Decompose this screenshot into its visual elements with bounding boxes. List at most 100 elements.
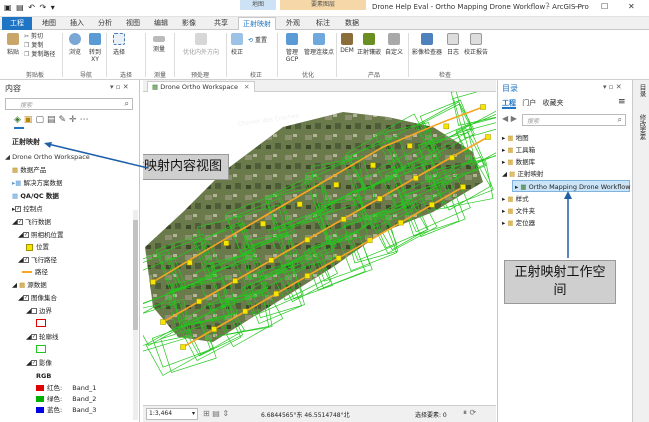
paste-button[interactable]: 粘贴 — [3, 33, 23, 56]
search-icon[interactable]: ⌕ — [125, 99, 129, 109]
map-view[interactable]: Chemin des Crocheu 正射映射内容视图 — [143, 92, 496, 405]
quick-access-toolbar[interactable]: ▣ ▤ ↶ ↷ ▾ — [4, 3, 56, 12]
ribbon-separator — [408, 33, 409, 77]
camera-location — [211, 326, 217, 332]
toc-control-points[interactable]: ▸✓ 控制点 — [12, 204, 43, 214]
editing-icon[interactable]: ▤ — [47, 115, 59, 125]
catalog-item-ortho-mapping[interactable]: ◢ ▦ 正射映射 — [502, 168, 543, 180]
ortho-mosaic-button[interactable]: 正射镶嵌 — [356, 33, 382, 56]
catalog-tab-favorites[interactable]: 收藏夹 — [542, 99, 563, 107]
camera-location — [160, 319, 166, 325]
close-button[interactable]: ✕ — [628, 2, 635, 11]
catalog-tab-portal[interactable]: 门户 — [522, 99, 536, 107]
contents-title: 内容 — [5, 84, 21, 93]
side-tab-modify-features[interactable]: 修改要素 — [637, 114, 647, 140]
camera-location — [260, 220, 266, 227]
toc-flight-path[interactable]: ◢✓ 飞行路径 — [18, 255, 57, 265]
catalog-search-icon[interactable]: ⌕ — [618, 115, 622, 125]
goto-xy-button[interactable]: 转到XY — [86, 33, 104, 63]
catalog-nav-arrows[interactable]: ◀ ▶ — [502, 114, 517, 123]
image-orientation-button[interactable]: 优化内外方向 — [176, 33, 226, 56]
maximize-button[interactable]: ☐ — [601, 2, 608, 11]
log-button[interactable]: 日志 — [444, 33, 462, 56]
redo-icon[interactable]: ↷ — [39, 3, 47, 12]
pane-controls[interactable]: ▾ ▫ ✕ — [110, 83, 129, 91]
copy-path-button[interactable]: ❐ 复制路径 — [24, 50, 55, 59]
catalog-item-databases[interactable]: ▸ ▦ 数据库 — [502, 156, 535, 168]
scale-box[interactable]: 1:3,464 ▾ — [146, 408, 198, 420]
tab-imagery[interactable]: 影像 — [178, 17, 200, 30]
toc-camera-locations[interactable]: ◢✓ 照相机位置 — [18, 230, 64, 240]
catalog-item-maps[interactable]: ▸ ▦ 地图 — [502, 132, 529, 144]
measure-button[interactable]: 测量 — [148, 33, 170, 53]
catalog-menu-icon[interactable]: ≡ — [618, 97, 626, 107]
map-canvas[interactable]: Chemin des Crocheu — [143, 92, 496, 405]
minimize-button[interactable]: — — [574, 2, 582, 11]
snapping-icon[interactable]: ✎ — [58, 115, 69, 125]
ribbon-separator — [145, 33, 146, 77]
side-tab-catalog[interactable]: 目录 — [637, 84, 647, 97]
help-icon[interactable]: ? — [545, 2, 550, 12]
close-tab-icon[interactable]: ✕ — [244, 83, 249, 91]
catalog-item-toolboxes[interactable]: ▸ ▦ 工具箱 — [502, 144, 535, 156]
cut-button[interactable]: ✂ 剪切 — [24, 32, 55, 41]
tab-project[interactable]: 工程 — [2, 17, 32, 30]
toc-image[interactable]: ◢✓ 影像 — [26, 358, 52, 368]
map-view-tab[interactable]: ▦ Drone Ortho Workspace ✕ — [147, 81, 255, 92]
explore-button[interactable]: 浏览 — [65, 33, 85, 56]
catalog-search-input[interactable]: 搜索 — [527, 116, 539, 125]
toc-source-data[interactable]: ◢ ▦ 源数据 — [12, 280, 47, 290]
ortho-mosaic-icon — [363, 33, 375, 45]
catalog-pane-controls[interactable]: ▾ ▫ ✕ — [603, 83, 622, 91]
toc-boundary[interactable]: ◢ 边界 — [26, 306, 52, 316]
dem-button[interactable]: DEM — [339, 33, 355, 54]
contents-search-box[interactable]: 搜索 ⌕ — [5, 98, 133, 110]
toc-image-collection[interactable]: ◢✓ 图像集合 — [18, 293, 57, 303]
manage-gcp-button[interactable]: 管理GCP — [280, 33, 304, 63]
tab-appearance[interactable]: 外观 — [282, 17, 304, 30]
catalog-item-styles[interactable]: ▸ ▦ 样式 — [502, 193, 529, 205]
catalog-tab-project[interactable]: 工程 — [502, 99, 516, 109]
status-icons[interactable]: ⊞ ▤ ⇕ — [203, 409, 229, 418]
reset-label: 重置 — [254, 37, 267, 44]
add-icon[interactable]: ✛ — [69, 115, 80, 125]
image-inspector-button[interactable]: 影像检查器 — [411, 33, 443, 56]
catalog-styles-label: 样式 — [515, 195, 529, 203]
toc-location-label: 位置 — [36, 243, 49, 251]
toc-qa-qc[interactable]: ▦ QA/QC 数据 — [12, 191, 59, 201]
more-icon[interactable]: ⋯ — [80, 115, 92, 125]
tab-edit[interactable]: 编辑 — [150, 17, 172, 30]
catalog-item-locators[interactable]: ▸ ▦ 定位器 — [502, 217, 535, 229]
pause-refresh-buttons[interactable]: ⏸ ⟳ — [463, 408, 476, 418]
contents-search-input[interactable]: 搜索 — [20, 100, 32, 109]
customize-icon[interactable]: ▾ — [51, 3, 56, 12]
tab-share[interactable]: 共享 — [206, 17, 236, 30]
toc-flight-data[interactable]: ◢✓ 飞行数据 — [12, 217, 51, 227]
adjust-report-button[interactable]: 校正报告 — [463, 33, 489, 56]
camera-location — [340, 216, 347, 222]
catalog-search-box[interactable]: 搜索 ⌕ — [522, 114, 626, 126]
save-icon[interactable]: ▣ — [4, 3, 13, 12]
selection-icon[interactable]: ▢ — [35, 115, 47, 125]
camera-location — [232, 278, 238, 284]
catalog-item-folders[interactable]: ▸ ▦ 文件夹 — [502, 205, 535, 217]
tab-ortho-mapping[interactable]: 正射映射 — [238, 17, 276, 30]
toc-footprint[interactable]: ◢✓ 轮廓线 — [26, 332, 59, 342]
manage-tie-points-button[interactable]: 管理连接点 — [304, 33, 334, 56]
source-icon[interactable]: ▣ — [24, 115, 36, 125]
adjust-button[interactable]: 校正 — [228, 33, 246, 56]
reset-button[interactable]: ⟲ 重置 — [248, 35, 267, 44]
tab-view[interactable]: 视图 — [122, 17, 144, 30]
tab-data[interactable]: 数据 — [340, 17, 364, 30]
tab-map[interactable]: 地图 — [38, 17, 60, 30]
open-icon[interactable]: ▤ — [16, 3, 25, 12]
undo-icon[interactable]: ↶ — [28, 3, 36, 12]
contents-scrollbar[interactable] — [133, 210, 138, 420]
tab-labeling[interactable]: 标注 — [310, 17, 336, 30]
tab-insert[interactable]: 插入 — [66, 17, 88, 30]
draw-order-icon[interactable]: ◈ — [14, 115, 24, 125]
tab-analysis[interactable]: 分析 — [94, 17, 116, 30]
custom-button[interactable]: 自定义 — [382, 33, 406, 56]
select-button[interactable]: 选择 — [110, 33, 128, 56]
copy-button[interactable]: ❐ 复制 — [24, 41, 55, 50]
